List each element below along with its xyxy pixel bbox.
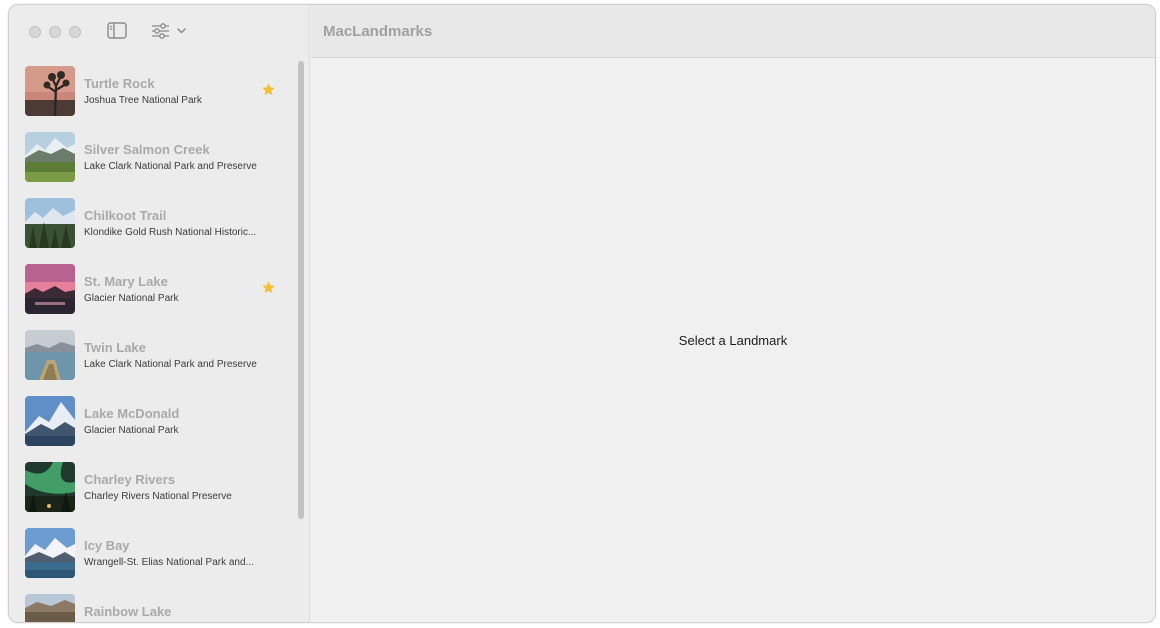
- main-toolbar: MacLandmarks: [311, 5, 1155, 58]
- list-item[interactable]: Chilkoot Trail Klondike Gold Rush Nation…: [9, 189, 299, 255]
- landmark-thumbnail: [25, 330, 75, 380]
- chevron-down-icon: [177, 28, 186, 34]
- landmark-thumbnail: [25, 66, 75, 116]
- landmark-name: Lake McDonald: [84, 406, 180, 421]
- landmark-name: Icy Bay: [84, 538, 130, 553]
- park-name: Lake Clark National Park and Preserve: [84, 161, 257, 172]
- list-item[interactable]: Lake McDonald Glacier National Park: [9, 387, 299, 453]
- sidebar-left-icon[interactable]: [107, 22, 127, 39]
- detail-pane: MacLandmarks Select a Landmark: [311, 5, 1155, 622]
- landmark-thumbnail: [25, 396, 75, 446]
- park-name: Glacier National Park: [84, 293, 179, 304]
- slider-horizontal-icon: [152, 23, 169, 39]
- list-item[interactable]: Silver Salmon Creek Lake Clark National …: [9, 123, 299, 189]
- filter-menu-button[interactable]: [151, 23, 189, 39]
- landmark-name: St. Mary Lake: [84, 274, 168, 289]
- landmark-name: Silver Salmon Creek: [84, 142, 210, 157]
- close-window-button[interactable]: [29, 26, 41, 38]
- sidebar-toolbar: [9, 5, 310, 57]
- landmark-thumbnail: [25, 132, 75, 182]
- landmark-thumbnail: [25, 528, 75, 578]
- landmark-thumbnail: [25, 264, 75, 314]
- zoom-window-button[interactable]: [69, 26, 81, 38]
- landmark-list[interactable]: Turtle Rock Joshua Tree National Park Si…: [9, 57, 299, 622]
- park-name: Klondike Gold Rush National Historic...: [84, 227, 257, 238]
- list-item[interactable]: Rainbow Lake: [9, 585, 299, 622]
- empty-selection-placeholder: Select a Landmark: [678, 333, 788, 348]
- park-name: Wrangell-St. Elias National Park and...: [84, 557, 254, 568]
- list-item[interactable]: Charley Rivers Charley Rivers National P…: [9, 453, 299, 519]
- sidebar-scrollbar[interactable]: [298, 61, 304, 519]
- park-name: Lake Clark National Park and Preserve: [84, 359, 257, 370]
- park-name: Charley Rivers National Preserve: [84, 491, 232, 502]
- park-name: Joshua Tree National Park: [84, 95, 202, 106]
- landmark-thumbnail: [25, 198, 75, 248]
- landmark-name: Rainbow Lake: [84, 604, 172, 619]
- star-icon: [261, 82, 276, 97]
- list-item[interactable]: Icy Bay Wrangell-St. Elias National Park…: [9, 519, 299, 585]
- list-item[interactable]: Turtle Rock Joshua Tree National Park: [9, 57, 299, 123]
- list-item[interactable]: Twin Lake Lake Clark National Park and P…: [9, 321, 299, 387]
- landmark-thumbnail: [25, 594, 75, 622]
- app-window: Turtle Rock Joshua Tree National Park Si…: [8, 4, 1156, 623]
- sidebar: Turtle Rock Joshua Tree National Park Si…: [9, 5, 310, 622]
- park-name: Glacier National Park: [84, 425, 179, 436]
- landmark-thumbnail: [25, 462, 75, 512]
- landmark-name: Charley Rivers: [84, 472, 176, 487]
- landmark-name: Twin Lake: [84, 340, 146, 355]
- app-title: MacLandmarks: [323, 23, 433, 40]
- star-icon: [261, 280, 276, 295]
- minimize-window-button[interactable]: [49, 26, 61, 38]
- landmark-name: Chilkoot Trail: [84, 208, 167, 223]
- landmark-name: Turtle Rock: [84, 76, 155, 91]
- list-item[interactable]: St. Mary Lake Glacier National Park: [9, 255, 299, 321]
